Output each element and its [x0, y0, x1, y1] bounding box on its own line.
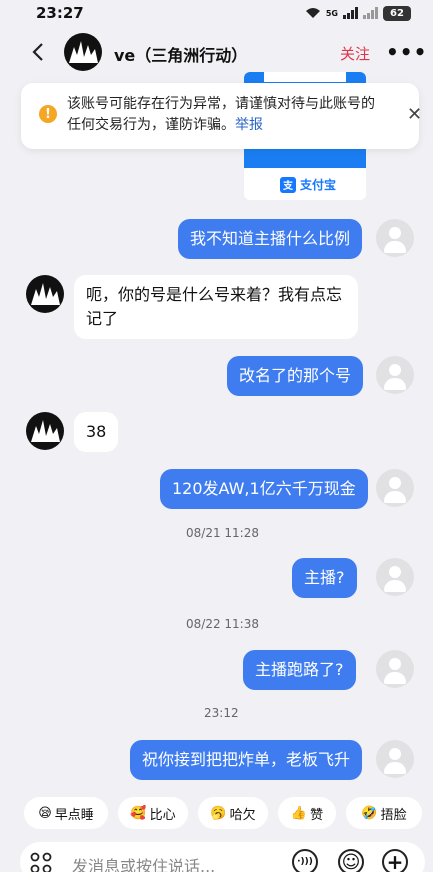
message-text: 改名了的那个号 [239, 366, 352, 385]
message-bubble[interactable]: 120发AW,1亿六千万现金 [160, 469, 368, 509]
my-avatar[interactable] [376, 219, 414, 257]
status-bar: 23:27 5G 62 [0, 0, 433, 26]
chat-header: ve（三角洲行动） 关注 ••• [0, 30, 433, 74]
message-bubble[interactable]: 主播跑路了? [243, 650, 356, 690]
message-text: 祝你接到把把炸单，老板飞升 [142, 750, 351, 769]
quick-reply-label: 捂脸 [380, 807, 407, 823]
message-bubble[interactable]: 改名了的那个号 [227, 356, 364, 396]
quick-reply-like[interactable]: 👍 赞 [278, 797, 336, 829]
network-label: 5G [325, 8, 338, 18]
grid-icon[interactable] [30, 852, 52, 872]
quick-reply-facepalm[interactable]: 🤣 捂脸 [346, 797, 422, 829]
more-icon[interactable]: ••• [386, 40, 427, 64]
status-time: 23:27 [36, 4, 84, 22]
emoji-icon[interactable]: ☺ [338, 849, 364, 872]
my-avatar[interactable] [376, 740, 414, 778]
message-text: 38 [86, 422, 107, 441]
message-text: 主播跑路了? [255, 660, 344, 679]
contact-avatar[interactable] [64, 33, 102, 71]
message-text: 呃，你的号是什么号来着？我有点忘记了 [86, 285, 343, 328]
chat-title: ve（三角洲行动） [114, 46, 248, 65]
battery-icon: 62 [383, 5, 411, 21]
follow-button[interactable]: 关注 [340, 43, 370, 64]
my-avatar[interactable] [376, 650, 414, 688]
signal-icon-2 [363, 7, 378, 19]
message-text: 我不知道主播什么比例 [190, 229, 351, 248]
wifi-icon [305, 8, 320, 18]
quick-reply-label: 比心 [149, 807, 176, 823]
message-input[interactable]: 发消息或按住说话... [72, 853, 215, 872]
warning-icon: ! [39, 105, 57, 123]
thumbs-up-emoji-icon: 👍 [290, 805, 308, 821]
my-avatar[interactable] [376, 356, 414, 394]
quick-reply-label: 早点睡 [54, 807, 94, 823]
qr-code [264, 72, 346, 82]
fraud-warning-banner: ! 该账号可能存在行为异常，请谨慎对待与此账号的任何交易行为，谨防诈骗。举报 ✕ [21, 83, 422, 149]
peer-avatar[interactable] [26, 275, 64, 313]
quick-reply-yawn[interactable]: 🥱 哈欠 [198, 797, 268, 829]
signal-icon [343, 7, 358, 19]
quick-reply-label: 赞 [310, 807, 324, 823]
timestamp: 08/22 11:38 [186, 617, 259, 631]
sleepy-emoji-icon: 😪 [38, 805, 52, 821]
message-bubble[interactable]: 祝你接到把把炸单，老板飞升 [130, 740, 363, 780]
voice-icon[interactable]: ·))) [292, 849, 318, 872]
message-bubble[interactable]: 呃，你的号是什么号来着？我有点忘记了 [74, 275, 358, 339]
message-bubble[interactable]: 主播? [292, 558, 357, 598]
message-text: 120发AW,1亿六千万现金 [172, 479, 356, 498]
message-bubble[interactable]: 38 [74, 412, 119, 452]
warning-text: 该账号可能存在行为异常，请谨慎对待与此账号的任何交易行为，谨防诈骗。举报 [67, 94, 387, 136]
peer-avatar[interactable] [26, 412, 64, 450]
message-input-bar: 发消息或按住说话... ·))) ☺ + [20, 842, 425, 872]
facepalm-emoji-icon: 🤣 [361, 805, 378, 821]
quick-reply-label: 哈欠 [229, 807, 256, 823]
alipay-brand: 支 支付宝 [280, 176, 336, 193]
yawn-emoji-icon: 🥱 [210, 805, 227, 821]
message-bubble[interactable]: 我不知道主播什么比例 [178, 219, 363, 259]
quick-reply-heart[interactable]: 🥰 比心 [118, 797, 188, 829]
alipay-label: 支付宝 [300, 178, 337, 192]
report-link[interactable]: 举报 [235, 117, 263, 133]
quick-reply-sleep[interactable]: 😪 早点睡 [24, 797, 108, 829]
status-icons: 5G 62 [305, 5, 411, 21]
plus-icon[interactable]: + [382, 849, 408, 872]
my-avatar[interactable] [376, 469, 414, 507]
message-text: 主播? [304, 568, 345, 587]
my-avatar[interactable] [376, 558, 414, 596]
alipay-logo-icon: 支 [280, 176, 296, 193]
heart-emoji-icon: 🥰 [130, 805, 147, 821]
close-icon[interactable]: ✕ [407, 104, 422, 125]
warning-message: 该账号可能存在行为异常，请谨慎对待与此账号的任何交易行为，谨防诈骗。 [67, 96, 375, 133]
back-arrow-icon[interactable] [30, 42, 46, 62]
timestamp: 08/21 11:28 [186, 526, 259, 540]
timestamp: 23:12 [204, 706, 239, 720]
